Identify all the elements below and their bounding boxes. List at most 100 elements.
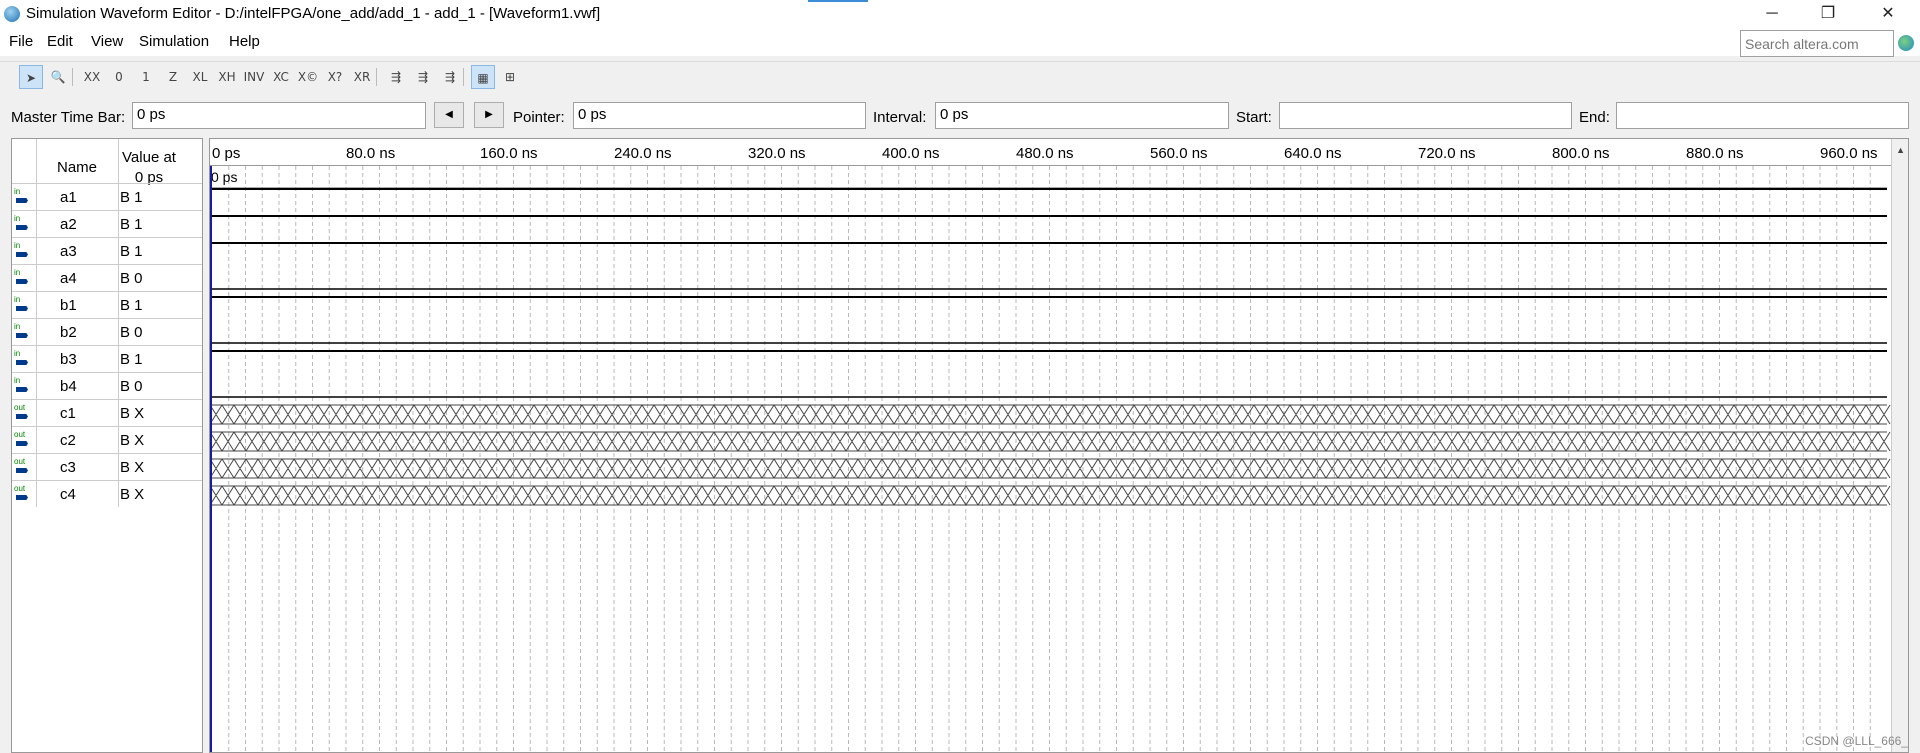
signal-row[interactable]: in a3 B 1 — [12, 237, 202, 264]
start-field[interactable] — [1279, 102, 1572, 129]
count-value-icon[interactable]: XC — [269, 65, 293, 89]
name-column-header[interactable]: Name — [57, 159, 97, 176]
pin-arrow-icon — [16, 306, 28, 311]
toolbar-separator — [72, 68, 73, 86]
waveform-1-icon[interactable]: 1 — [134, 65, 158, 89]
toolbar-separator — [376, 68, 377, 86]
pin-arrow-icon — [16, 252, 28, 257]
master-time-bar-field[interactable]: 0 ps — [132, 102, 426, 129]
pin-arrow-icon — [16, 495, 28, 500]
signal-name: a1 — [60, 189, 77, 206]
restore-button[interactable]: ❐ — [1800, 0, 1856, 28]
netlist-sim-icon[interactable]: ⇶ — [438, 65, 462, 89]
signal-value: B X — [120, 486, 145, 503]
waveform-canvas[interactable]: 0 ps — [210, 139, 1909, 753]
signal-name: b3 — [60, 351, 77, 368]
signal-name: a4 — [60, 270, 77, 287]
signal-row[interactable]: out c2 B X — [12, 426, 202, 453]
start-label: Start: — [1236, 109, 1272, 126]
waveform-0-icon[interactable]: 0 — [107, 65, 131, 89]
pin-arrow-icon — [16, 333, 28, 338]
pin-arrow-icon — [16, 360, 28, 365]
signal-row[interactable]: out c1 B X — [12, 399, 202, 426]
signal-row[interactable]: in a2 B 1 — [12, 210, 202, 237]
globe-icon[interactable] — [1898, 35, 1914, 51]
value-column-header[interactable]: Value at 0 ps — [112, 148, 186, 188]
menu-view[interactable]: View — [91, 33, 123, 50]
end-field[interactable] — [1616, 102, 1909, 129]
cursor-time-label: 0 ps — [211, 169, 237, 185]
signal-row[interactable]: in a4 B 0 — [12, 264, 202, 291]
menu-bar: File Edit View Simulation Help — [0, 28, 1920, 56]
pin-direction-label: in — [14, 376, 21, 385]
output-pin-icon: out — [14, 457, 32, 477]
signal-value: B 0 — [120, 324, 143, 341]
pin-direction-label: out — [14, 430, 26, 439]
input-pin-icon: in — [14, 349, 32, 369]
signal-row[interactable]: in b2 B 0 — [12, 318, 202, 345]
signal-row[interactable]: in b1 B 1 — [12, 291, 202, 318]
pin-direction-label: out — [14, 457, 26, 466]
signal-value: B X — [120, 459, 145, 476]
minimize-button[interactable]: ─ — [1744, 0, 1800, 28]
waveform-h-icon[interactable]: XH — [215, 65, 239, 89]
toolbar: ➤ 🔍 XX 0 1 Z XL XH INV XC X© X? XR ⇶ ⇶ ⇶ ▦ ⊞ — [0, 61, 1920, 91]
signal-row[interactable]: out c4 B X — [12, 480, 202, 507]
timing-sim-icon[interactable]: ⇶ — [411, 65, 435, 89]
pin-direction-label: out — [14, 403, 26, 412]
prev-transition-button[interactable]: ◀ — [434, 102, 464, 128]
sort-icon[interactable]: ⊞ — [498, 65, 522, 89]
menu-help[interactable]: Help — [229, 33, 260, 50]
functional-sim-icon[interactable]: ⇶ — [384, 65, 408, 89]
signal-value: B 1 — [120, 243, 143, 260]
next-transition-button[interactable]: ▶ — [474, 102, 504, 128]
title-accent-bar — [808, 0, 868, 2]
pin-direction-label: out — [14, 484, 26, 493]
signal-name: c1 — [60, 405, 76, 422]
signal-name: a2 — [60, 216, 77, 233]
pointer-field[interactable]: 0 ps — [573, 102, 866, 129]
waveform-x-icon[interactable]: XX — [80, 65, 104, 89]
invert-icon[interactable]: INV — [242, 65, 266, 89]
watermark: CSDN @LLL_666_ — [1805, 734, 1908, 748]
window-title: Simulation Waveform Editor - D:/intelFPG… — [26, 5, 601, 22]
input-pin-icon: in — [14, 187, 32, 207]
vertical-scrollbar[interactable]: ▲ — [1891, 139, 1908, 752]
menu-file[interactable]: File — [9, 33, 33, 50]
signal-list-panel: Name Value at 0 ps in a1 B 1 in a2 B 1 in a3 B 1… — [11, 138, 203, 753]
signal-row[interactable]: in b4 B 0 — [12, 372, 202, 399]
signal-row[interactable]: in a1 B 1 — [12, 183, 202, 210]
input-pin-icon: in — [14, 376, 32, 396]
pointer-label: Pointer: — [513, 109, 565, 126]
menu-edit[interactable]: Edit — [47, 33, 73, 50]
signal-value: B X — [120, 432, 145, 449]
zoom-tool-icon[interactable]: 🔍 — [46, 65, 70, 89]
close-button[interactable]: ✕ — [1860, 0, 1916, 28]
input-pin-icon: in — [14, 295, 32, 315]
pin-arrow-icon — [16, 225, 28, 230]
input-pin-icon: in — [14, 268, 32, 288]
signal-row[interactable]: in b3 B 1 — [12, 345, 202, 372]
toolbar-separator — [463, 68, 464, 86]
signal-row[interactable]: out c3 B X — [12, 453, 202, 480]
scroll-up-icon[interactable]: ▲ — [1896, 145, 1905, 155]
signal-value: B 0 — [120, 378, 143, 395]
selection-tool-icon[interactable]: ➤ — [19, 65, 43, 89]
signal-value: B 1 — [120, 189, 143, 206]
waveform-panel[interactable]: 0 ps 80.0 ns 160.0 ns 240.0 ns 320.0 ns 400.0… — [209, 138, 1909, 753]
waveform-z-icon[interactable]: Z — [161, 65, 185, 89]
interval-field[interactable]: 0 ps — [935, 102, 1229, 129]
arbitrary-value-icon[interactable]: X? — [323, 65, 347, 89]
menu-simulation[interactable]: Simulation — [139, 33, 209, 50]
random-value-icon[interactable]: XR — [350, 65, 374, 89]
search-input[interactable] — [1740, 30, 1894, 57]
waveform-l-icon[interactable]: XL — [188, 65, 212, 89]
signal-name: c2 — [60, 432, 76, 449]
pin-direction-label: in — [14, 295, 21, 304]
signal-name: c3 — [60, 459, 76, 476]
snap-grid-icon[interactable]: ▦ — [471, 65, 495, 89]
output-pin-icon: out — [14, 430, 32, 450]
signal-name: b4 — [60, 378, 77, 395]
clock-icon[interactable]: X© — [296, 65, 320, 89]
pin-direction-label: in — [14, 241, 21, 250]
